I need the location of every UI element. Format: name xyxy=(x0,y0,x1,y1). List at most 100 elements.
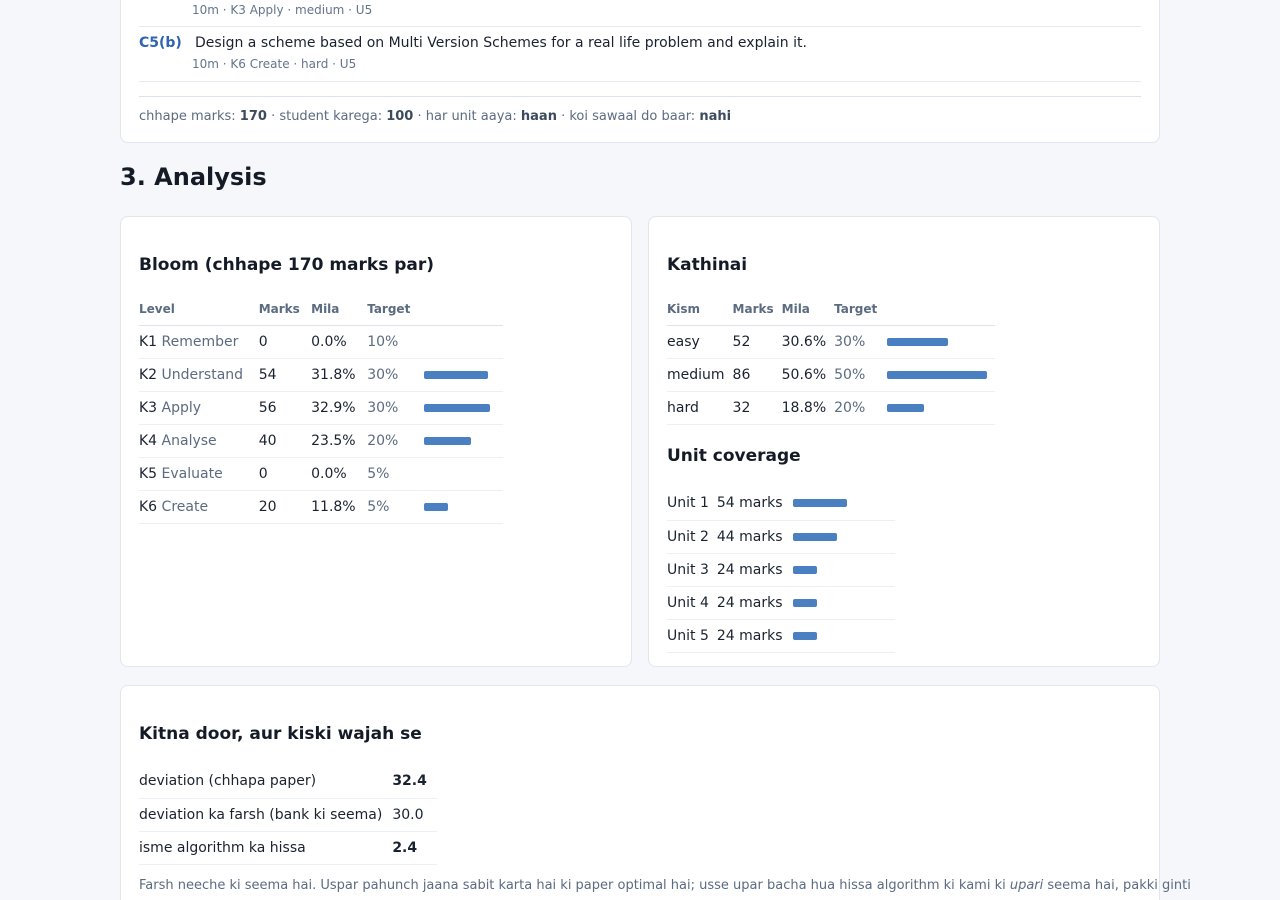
deviation-row: isme algorithm ka hissa 2.4 xyxy=(139,831,437,865)
bloom-row: K2 Understand 54 31.8% 30% xyxy=(139,358,503,392)
bloom-bar-cell xyxy=(421,325,503,359)
difficulty-target: 30% xyxy=(834,325,886,359)
difficulty-target: 20% xyxy=(834,391,886,425)
bloom-name: Create xyxy=(161,498,209,515)
question-text: Design a scheme based on Multi Version S… xyxy=(195,35,807,51)
unit-bar-cell xyxy=(790,586,895,620)
column-header: Mila xyxy=(781,293,835,326)
bloom-level: K3 Apply xyxy=(139,391,259,425)
difficulty-row: medium 86 50.6% 50% xyxy=(667,358,996,392)
bloom-marks: 56 xyxy=(258,391,312,425)
difficulty-mila: 50.6% xyxy=(781,358,835,392)
unit-name: Unit 1 xyxy=(667,487,717,521)
bloom-code: K6 xyxy=(139,498,158,515)
unit-bar xyxy=(792,532,837,541)
question-meta: 10m · K6 Create · hard · U5 xyxy=(192,57,357,71)
unit-row: Unit 2 44 marks xyxy=(667,520,895,554)
unit-bar xyxy=(792,499,847,508)
unit-marks: 24 marks xyxy=(716,619,791,653)
deviation-label: deviation ka farsh (bank ki seema) xyxy=(139,798,391,832)
bloom-marks: 20 xyxy=(258,490,312,524)
column-header: Marks xyxy=(258,293,312,326)
printed-marks-value: 170 xyxy=(239,109,267,124)
column-header: Kism xyxy=(667,293,733,326)
difficulty-marks: 52 xyxy=(732,325,782,359)
bloom-target: 20% xyxy=(367,424,422,458)
bloom-mila: 32.9% xyxy=(311,391,368,425)
deviation-note: Farsh neeche ki seema hai. Uspar pahunch… xyxy=(139,878,1191,893)
bloom-row: K3 Apply 56 32.9% 30% xyxy=(139,391,503,425)
difficulty-kind: easy xyxy=(667,325,733,359)
unit-marks: 24 marks xyxy=(716,553,791,587)
bloom-target: 30% xyxy=(367,358,422,392)
bloom-row: K4 Analyse 40 23.5% 20% xyxy=(139,424,503,458)
difficulty-bar xyxy=(887,370,988,379)
bloom-title: Bloom (chhape 170 marks par) xyxy=(139,255,435,275)
difficulty-row: easy 52 30.6% 30% xyxy=(667,325,996,359)
bloom-bar-cell xyxy=(421,424,503,458)
bloom-table: Level Marks Mila Target K1 Remember 0 0.0%… xyxy=(139,293,503,524)
bloom-code: K2 xyxy=(139,366,158,383)
deviation-table: deviation (chhapa paper) 32.4 deviation ka… xyxy=(139,765,437,865)
question-row: C5(b) Design a scheme based on Multi Ver… xyxy=(139,27,1141,82)
bloom-marks: 0 xyxy=(258,457,312,491)
bloom-bar-cell xyxy=(421,457,503,491)
bloom-mila: 23.5% xyxy=(311,424,368,458)
column-header: Marks xyxy=(732,293,782,326)
bloom-bar-cell xyxy=(421,490,503,524)
unit-row: Unit 1 54 marks xyxy=(667,487,895,521)
difficulty-marks: 32 xyxy=(732,391,782,425)
bloom-level: K2 Understand xyxy=(139,358,259,392)
bloom-target: 10% xyxy=(367,325,422,359)
bloom-row: K1 Remember 0 0.0% 10% xyxy=(139,325,503,359)
deviation-card: Kitna door, aur kiski wajah se deviation… xyxy=(120,685,1191,900)
bloom-level: K1 Remember xyxy=(139,325,259,359)
bloom-code: K3 xyxy=(139,399,158,416)
difficulty-kind: medium xyxy=(667,358,733,392)
bloom-target: 30% xyxy=(367,391,422,425)
all-units-value: haan xyxy=(520,109,557,124)
unit-marks: 54 marks xyxy=(716,487,791,521)
bloom-name: Understand xyxy=(161,366,244,383)
unit-bar-cell xyxy=(790,487,895,521)
deviation-row: deviation (chhapa paper) 32.4 xyxy=(139,765,437,799)
unit-bar-cell xyxy=(790,619,895,653)
unit-coverage-title: Unit coverage xyxy=(667,446,801,466)
unit-row: Unit 4 24 marks xyxy=(667,586,895,620)
difficulty-bar-cell xyxy=(885,325,996,359)
bloom-level: K5 Evaluate xyxy=(139,457,259,491)
question-row: 10m · K3 Apply · medium · U5 xyxy=(139,0,1141,27)
unit-name: Unit 2 xyxy=(667,520,717,554)
bloom-mila: 0.0% xyxy=(311,457,368,491)
paper-summary: chhape marks: 170 · student karega: 100 … xyxy=(139,96,1141,124)
difficulty-card: Kathinai Kism Marks Mila Target easy 52 30… xyxy=(648,216,1160,667)
unit-row: Unit 3 24 marks xyxy=(667,553,895,587)
deviation-row: deviation ka farsh (bank ki seema) 30.0 xyxy=(139,798,437,832)
difficulty-mila: 18.8% xyxy=(781,391,835,425)
deviation-value: 30.0 xyxy=(390,798,437,832)
difficulty-marks: 86 xyxy=(732,358,782,392)
unit-bar xyxy=(792,565,817,574)
bloom-card: Bloom (chhape 170 marks par) Level Marks… xyxy=(120,216,632,667)
difficulty-bar-cell xyxy=(885,358,996,392)
column-header: Target xyxy=(367,293,422,326)
unit-row: Unit 5 24 marks xyxy=(667,619,895,653)
bloom-name: Evaluate xyxy=(161,465,223,482)
bloom-level: K4 Analyse xyxy=(139,424,259,458)
deviation-value: 32.4 xyxy=(390,765,437,799)
bloom-mila: 11.8% xyxy=(311,490,368,524)
deviation-label: deviation (chhapa paper) xyxy=(139,765,391,799)
unit-name: Unit 3 xyxy=(667,553,717,587)
unit-name: Unit 5 xyxy=(667,619,717,653)
unit-marks: 44 marks xyxy=(716,520,791,554)
bloom-row: K5 Evaluate 0 0.0% 5% xyxy=(139,457,503,491)
column-header: Mila xyxy=(311,293,368,326)
bloom-name: Analyse xyxy=(161,432,217,449)
difficulty-kind: hard xyxy=(667,391,733,425)
question-number: C5(b) xyxy=(139,35,182,51)
section-title: 3. Analysis xyxy=(120,163,267,191)
bloom-marks: 40 xyxy=(258,424,312,458)
bloom-row: K6 Create 20 11.8% 5% xyxy=(139,490,503,524)
column-header xyxy=(421,293,503,326)
difficulty-mila: 30.6% xyxy=(781,325,835,359)
